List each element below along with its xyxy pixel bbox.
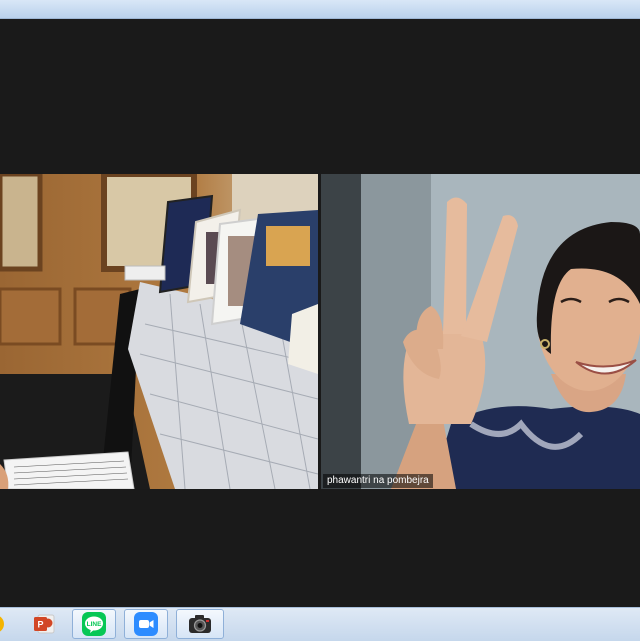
window-title-bar (0, 0, 640, 19)
taskbar-app-camera[interactable] (176, 609, 224, 639)
participant-video-tile-2[interactable]: phawantri na pombejra (321, 174, 640, 489)
taskbar-app-powerpoint[interactable]: P (26, 609, 62, 639)
taskbar-app-line[interactable]: LINE (72, 609, 116, 639)
participant-video-tile-1[interactable] (0, 174, 318, 489)
camera-app-icon (189, 615, 211, 633)
taskbar: P LINE (0, 607, 640, 641)
participant-video-feed (321, 174, 640, 489)
zoom-meeting-stage: phawantri na pombejra (0, 19, 640, 607)
chrome-icon (0, 616, 4, 632)
taskbar-app-zoom[interactable] (124, 609, 168, 639)
participant-name-label: phawantri na pombejra (323, 474, 433, 488)
svg-text:P: P (37, 620, 43, 630)
line-icon: LINE (82, 612, 106, 636)
participant-video-feed (0, 174, 318, 489)
taskbar-app-chrome[interactable] (0, 609, 8, 639)
line-icon-label: LINE (87, 621, 102, 628)
zoom-icon (134, 612, 158, 636)
powerpoint-icon: P (34, 614, 55, 634)
